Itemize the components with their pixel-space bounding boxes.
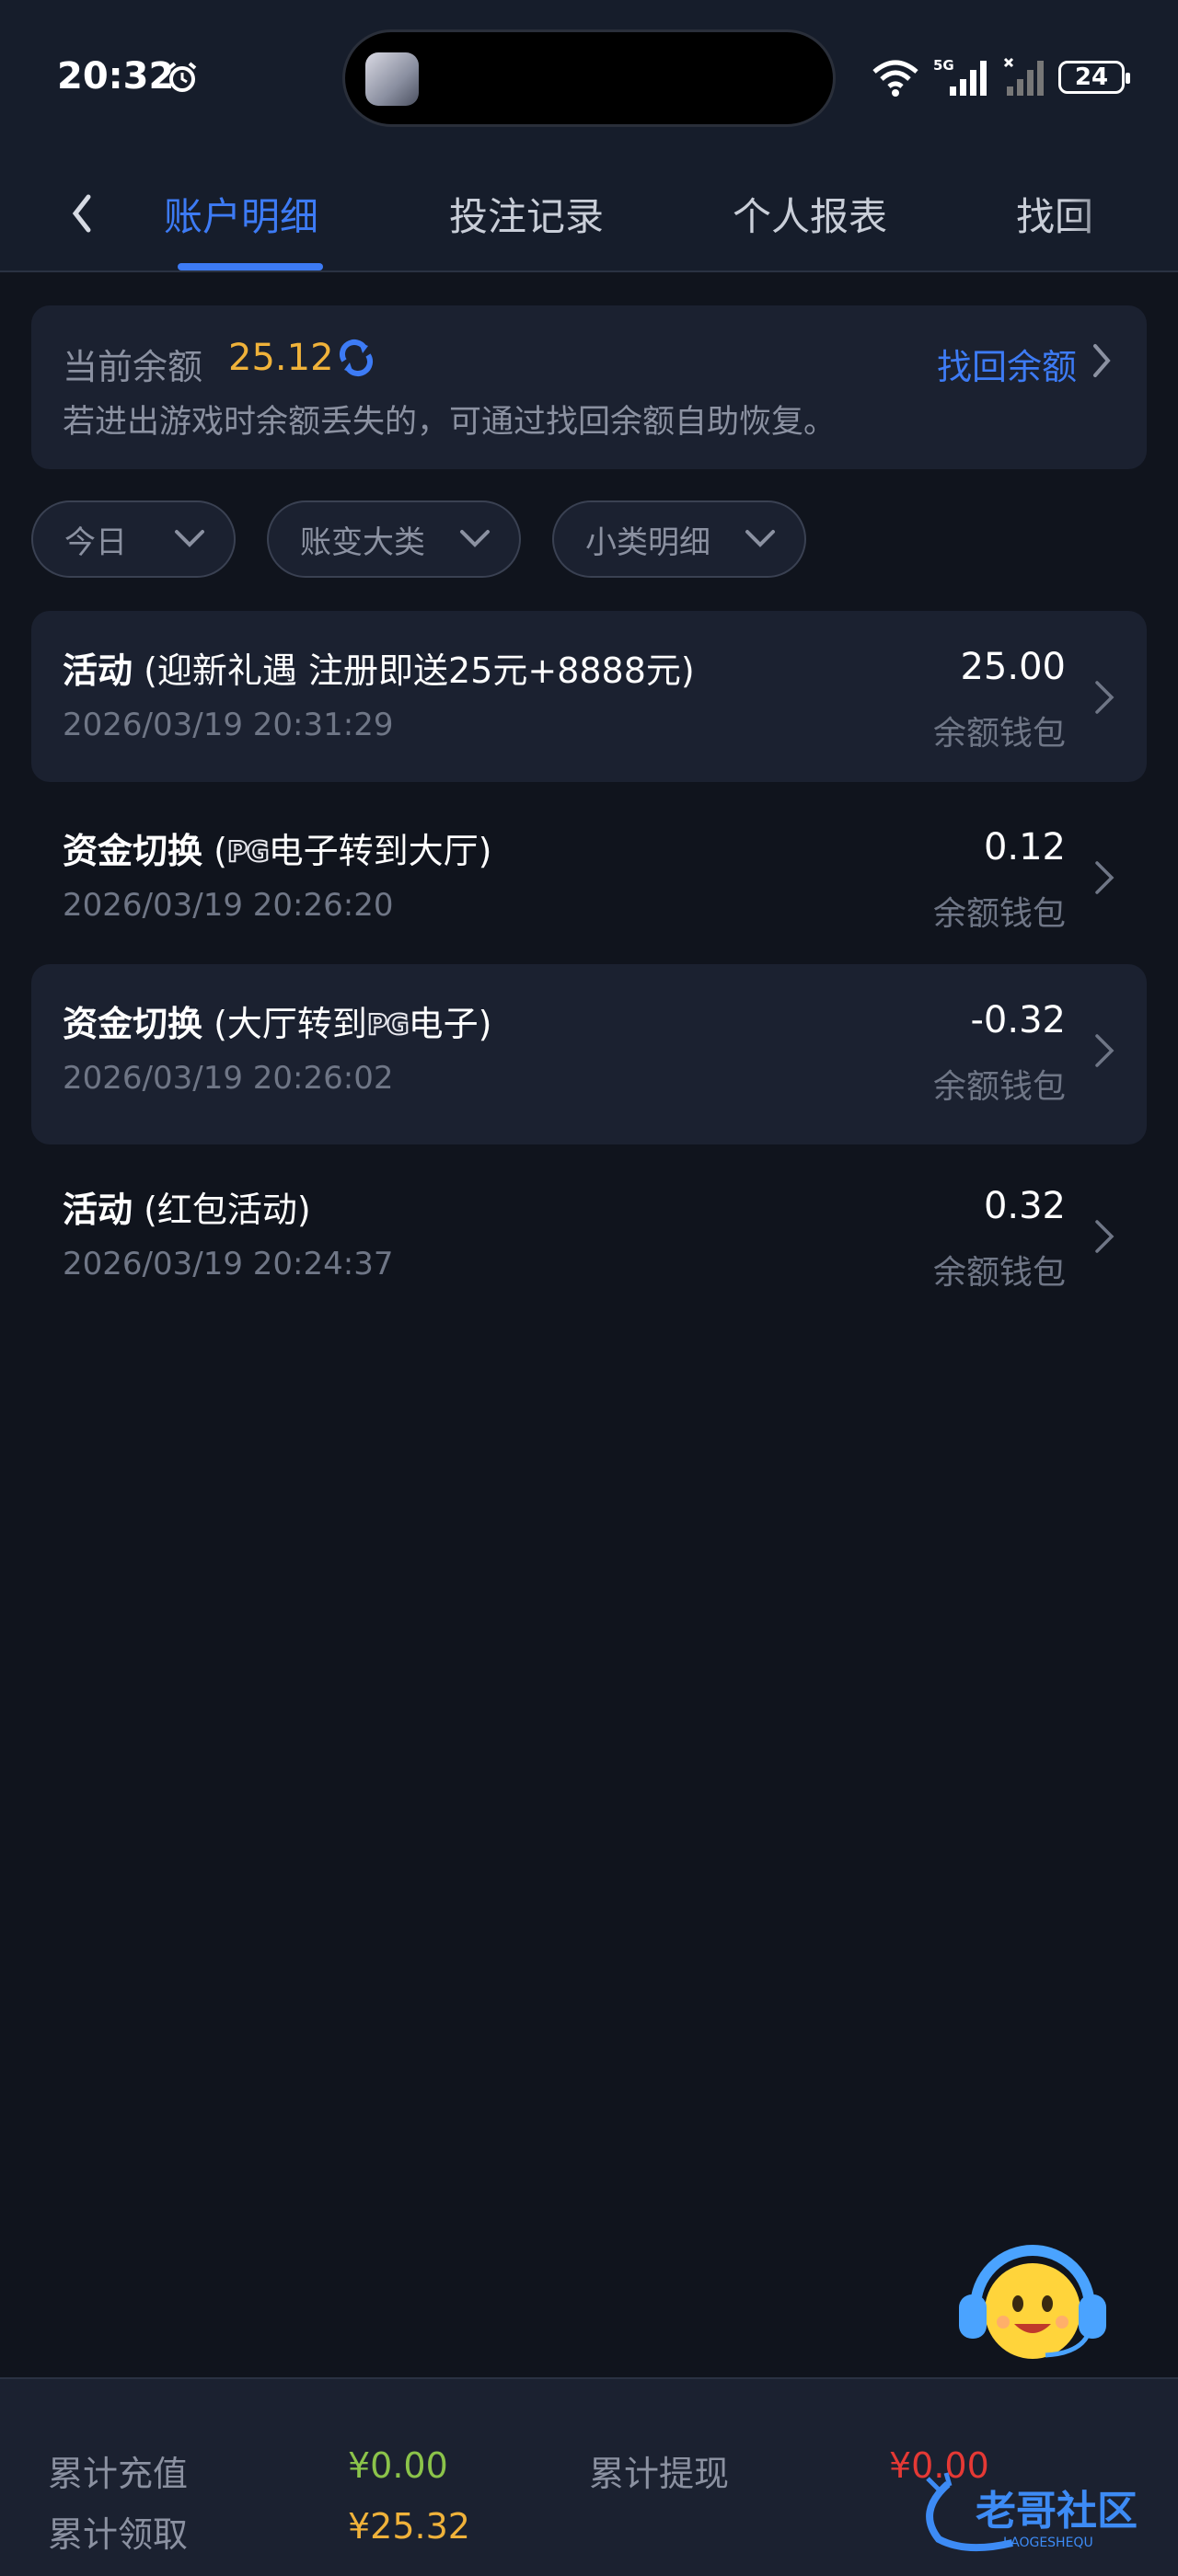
- filter-subcategory[interactable]: 小类明细: [552, 500, 806, 578]
- refresh-icon[interactable]: [335, 337, 377, 379]
- record-time: 2026/03/19 20:31:29: [63, 707, 394, 743]
- chevron-right-icon: [1095, 681, 1114, 714]
- record-title: 资金切换 (PG电子转到大厅): [63, 822, 491, 873]
- system-icons: 5G 24: [871, 57, 1130, 98]
- record-title: 活动 (迎新礼遇 注册即送25元+8888元): [63, 642, 695, 693]
- record-wallet: 余额钱包: [932, 1254, 1066, 1292]
- alarm-icon: [167, 62, 197, 92]
- list-item[interactable]: 资金切换 (大厅转到PG电子) 2026/03/19 20:26:02 -0.3…: [31, 964, 1147, 1144]
- record-title: 资金切换 (大厅转到PG电子): [63, 995, 491, 1046]
- total-deposit-value: ¥0.00: [348, 2445, 448, 2486]
- watermark-logo: 老哥社区 LAOGESHEQU: [926, 2472, 1138, 2552]
- status-time: 20:32: [57, 55, 175, 98]
- active-tab-indicator: [178, 263, 323, 270]
- record-category: 活动: [63, 650, 133, 691]
- battery-level: 24: [1074, 63, 1109, 91]
- record-category: 资金切换: [63, 1004, 203, 1044]
- status-bar: 20:32 5G 24: [0, 0, 1178, 156]
- app-thumbnail-icon: [365, 52, 419, 106]
- record-detail: (迎新礼遇 注册即送25元+8888元): [144, 650, 695, 691]
- record-wallet: 余额钱包: [932, 1068, 1066, 1106]
- record-title: 活动 (红包活动): [63, 1181, 311, 1232]
- list-item[interactable]: 资金切换 (PG电子转到大厅) 2026/03/19 20:26:20 0.12…: [31, 791, 1147, 962]
- chevron-down-icon: [175, 530, 204, 547]
- tab-bet-records[interactable]: 投注记录: [449, 186, 604, 242]
- chevron-right-icon[interactable]: [1088, 340, 1115, 381]
- total-withdraw-label: 累计提现: [589, 2454, 730, 2494]
- watermark-subtext: LAOGESHEQU: [1003, 2536, 1093, 2550]
- list-item[interactable]: 活动 (迎新礼遇 注册即送25元+8888元) 2026/03/19 20:31…: [31, 611, 1147, 782]
- record-detail-suffix: 电子): [408, 1004, 492, 1044]
- back-button[interactable]: [55, 177, 110, 250]
- network-type-label: 5G: [933, 57, 954, 74]
- record-amount: 0.32: [983, 1185, 1066, 1227]
- record-amount: -0.32: [970, 999, 1067, 1041]
- filter-category-label: 账变大类: [300, 523, 425, 561]
- total-claim-label: 累计领取: [48, 2514, 189, 2555]
- record-time: 2026/03/19 20:24:37: [63, 1246, 394, 1282]
- chevron-right-icon: [1095, 1220, 1114, 1253]
- chevron-down-icon: [745, 530, 775, 547]
- tab-scroll-fade: [1068, 156, 1178, 270]
- pg-logo-icon: PG: [366, 1008, 410, 1042]
- tab-account-details[interactable]: 账户明细: [164, 186, 318, 242]
- customer-service-icon[interactable]: [950, 2236, 1115, 2364]
- record-amount: 25.00: [960, 646, 1066, 688]
- chevron-right-icon: [1095, 861, 1114, 894]
- chevron-down-icon: [460, 530, 490, 547]
- record-detail: (红包活动): [144, 1190, 311, 1230]
- list-item[interactable]: 活动 (红包活动) 2026/03/19 20:24:37 0.32 余额钱包: [31, 1150, 1147, 1321]
- signal-5g-icon: 5G: [933, 57, 987, 96]
- total-claim-value: ¥25.32: [348, 2506, 470, 2547]
- record-category: 资金切换: [63, 831, 203, 871]
- watermark-text: 老哥社区: [976, 2488, 1138, 2535]
- wifi-icon: [872, 60, 918, 97]
- record-category: 活动: [63, 1190, 133, 1230]
- balance-hint: 若进出游戏时余额丢失的，可通过找回余额自助恢复。: [63, 404, 837, 441]
- tab-personal-report[interactable]: 个人报表: [733, 186, 887, 242]
- record-time: 2026/03/19 20:26:02: [63, 1060, 394, 1097]
- balance-card: 当前余额 25.12 若进出游戏时余额丢失的，可通过找回余额自助恢复。 找回余额: [31, 305, 1147, 469]
- record-detail-prefix: (: [214, 831, 227, 871]
- pg-logo-icon: PG: [226, 835, 271, 869]
- top-nav: 账户明细 投注记录 个人报表 找回: [0, 156, 1178, 272]
- battery-icon: 24: [1058, 61, 1130, 94]
- filter-category[interactable]: 账变大类: [267, 500, 521, 578]
- filter-date[interactable]: 今日: [31, 500, 236, 578]
- record-time: 2026/03/19 20:26:20: [63, 887, 394, 924]
- balance-value: 25.12: [228, 337, 334, 379]
- record-detail-suffix: 电子转到大厅): [268, 831, 492, 871]
- record-wallet: 余额钱包: [932, 895, 1066, 933]
- chevron-right-icon: [1095, 1034, 1114, 1067]
- dynamic-island: [342, 29, 836, 127]
- record-detail-prefix: (大厅转到: [214, 1004, 367, 1044]
- balance-label: 当前余额: [63, 347, 203, 387]
- record-wallet: 余额钱包: [932, 715, 1066, 753]
- filter-subcategory-label: 小类明细: [585, 523, 710, 561]
- total-deposit-label: 累计充值: [48, 2454, 189, 2494]
- signal-weak-icon: [1003, 57, 1044, 96]
- record-amount: 0.12: [983, 826, 1066, 868]
- filter-date-label: 今日: [64, 523, 127, 561]
- recover-balance-link[interactable]: 找回余额: [937, 339, 1077, 389]
